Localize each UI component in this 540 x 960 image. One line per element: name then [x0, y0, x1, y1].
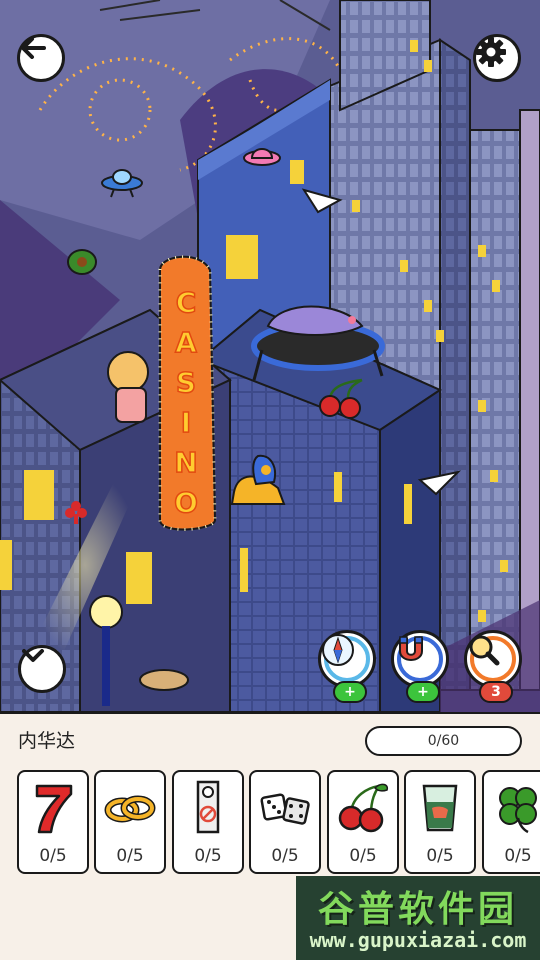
item-card-clover[interactable]: 0/5: [482, 770, 540, 874]
rings-icon: [104, 795, 156, 823]
seven-icon: [35, 784, 73, 834]
watermark-title: 谷普软件园: [317, 889, 518, 930]
casino-letter-o: O: [174, 486, 198, 519]
casino-letter-n: N: [174, 446, 197, 479]
compass-icon: [322, 634, 354, 666]
watermark-url: www.gupuxiazai.com: [309, 928, 527, 952]
casino-letter-c: C: [176, 286, 197, 319]
magnifier-tool-button[interactable]: 3: [464, 630, 522, 703]
compass-tool-button[interactable]: +: [318, 630, 376, 703]
back-button[interactable]: [17, 34, 65, 82]
chevron-down-icon: [22, 649, 44, 662]
item-count: 0/5: [194, 846, 222, 866]
items-list[interactable]: 0/5 0/5 0/5 0/5 0/5 0/5 0/5: [17, 770, 540, 876]
item-card-drink-glass[interactable]: 0/5: [404, 770, 476, 874]
glass-icon: [422, 784, 458, 832]
item-card-lucky-seven[interactable]: 0/5: [17, 770, 89, 874]
item-count: 0/5: [271, 846, 299, 866]
magnifier-badge: 3: [479, 681, 513, 703]
item-count: 0/5: [504, 846, 532, 866]
clover-icon: [499, 787, 537, 834]
door-hanger-icon: [196, 780, 220, 834]
casino-letter-i: I: [181, 406, 191, 439]
item-card-wedding-rings[interactable]: 0/5: [94, 770, 166, 874]
compass-badge: +: [333, 681, 367, 703]
casino-letter-s: S: [176, 366, 196, 399]
avocado-object[interactable]: [67, 249, 97, 275]
cherries-icon: [338, 783, 389, 833]
magnifier-icon: [469, 635, 500, 666]
item-card-dice[interactable]: 0/5: [249, 770, 321, 874]
item-count: 0/5: [426, 846, 454, 866]
magnet-icon: [399, 636, 423, 661]
magnet-badge: +: [406, 681, 440, 703]
arrow-left-icon: [21, 37, 46, 59]
site-watermark: 谷普软件园 www.gupuxiazai.com: [296, 876, 540, 960]
rope-object[interactable]: [139, 669, 189, 691]
collapse-panel-button[interactable]: [18, 645, 66, 693]
casino-letter-a: A: [175, 326, 197, 359]
dice-icon: [260, 793, 310, 825]
item-count: 0/5: [116, 846, 144, 866]
item-card-door-hanger[interactable]: 0/5: [172, 770, 244, 874]
gear-icon: [476, 37, 506, 67]
casino-sign: C A S I N O: [158, 255, 217, 531]
settings-button[interactable]: [473, 34, 521, 82]
item-count: 0/5: [39, 846, 67, 866]
item-card-cherries[interactable]: 0/5: [327, 770, 399, 874]
item-count: 0/5: [349, 846, 377, 866]
game-scene[interactable]: C A S I N O + + 3: [0, 0, 540, 712]
location-title: 内华达: [18, 730, 76, 752]
magnet-tool-button[interactable]: +: [391, 630, 449, 703]
progress-counter: 0/60: [365, 726, 522, 756]
city-illustration[interactable]: C A S I N O: [0, 0, 540, 712]
